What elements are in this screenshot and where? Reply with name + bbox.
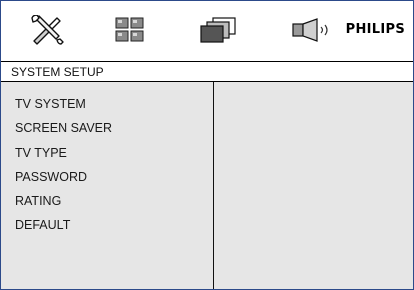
menu-item-default[interactable]: DEFAULT [15, 216, 112, 240]
screens-icon[interactable] [199, 13, 237, 47]
speaker-icon[interactable] [291, 13, 335, 47]
menu-item-password[interactable]: PASSWORD [15, 168, 112, 192]
setup-menu-list: TV SYSTEM SCREEN SAVER TV TYPE PASSWORD … [15, 95, 112, 241]
menu-item-tv-type[interactable]: TV TYPE [15, 144, 112, 168]
menu-item-tv-system[interactable]: TV SYSTEM [15, 95, 112, 119]
menu-item-screen-saver[interactable]: SCREEN SAVER [15, 119, 112, 143]
icon-toolbar: PHILIPS [1, 1, 413, 61]
setup-screen: PHILIPS SYSTEM SETUP TV SYSTEM SCREEN SA… [0, 0, 414, 290]
grid-icon[interactable] [114, 13, 146, 47]
philips-logo: PHILIPS [345, 22, 405, 37]
menu-item-rating[interactable]: RATING [15, 192, 112, 216]
tools-icon[interactable] [29, 13, 65, 47]
menu-header: SYSTEM SETUP [1, 61, 413, 82]
page-title: SYSTEM SETUP [11, 65, 104, 79]
column-divider [213, 82, 214, 289]
